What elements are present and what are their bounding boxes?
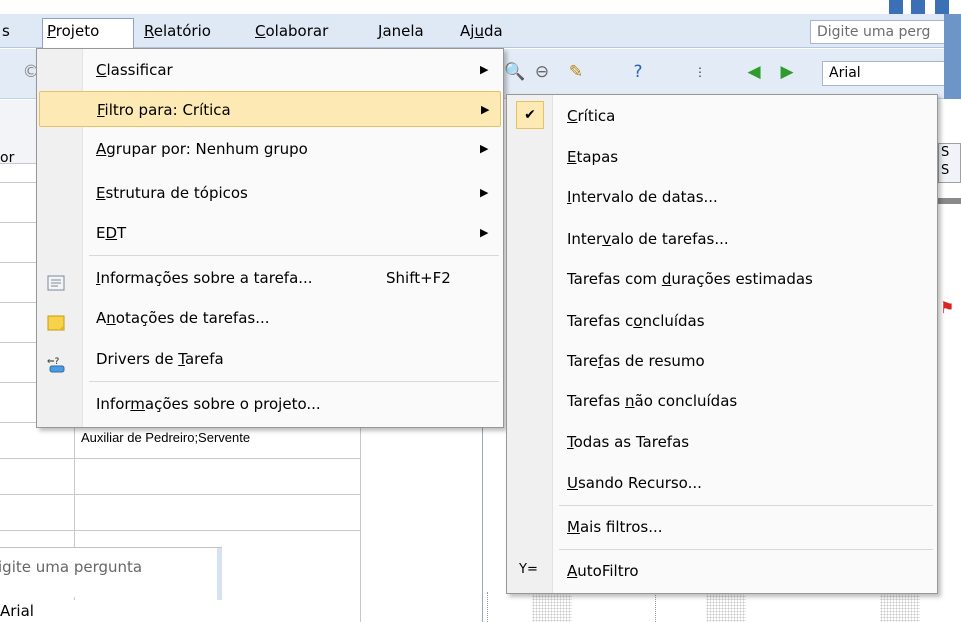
menu-item-label: Agrupar por: Nenhum grupo (96, 140, 308, 158)
help-icon[interactable]: ? (627, 61, 649, 83)
filter-item-intervalo-tarefas[interactable]: Intervalo de tarefas... (509, 221, 935, 257)
menu-item-label: Intervalo de tarefas... (567, 230, 729, 248)
submenu-arrow-icon: ▶ (480, 226, 489, 239)
title-bar-corner (883, 0, 961, 14)
nonworking-time-shade (706, 592, 746, 622)
menu-tools-fragment[interactable]: s (0, 19, 14, 43)
menu-janela[interactable]: Janela (374, 19, 428, 43)
menu-item-classificar[interactable]: Classificar ▶ (39, 52, 501, 88)
filter-item-concluidas[interactable]: Tarefas concluídas (509, 303, 935, 339)
submenu-arrow-icon: ▶ (480, 63, 489, 76)
menu-item-drivers[interactable]: ⇐? Drivers de Tarefa (39, 341, 501, 377)
menu-bar: s Projeto Relatório Colaborar Janela Aju… (0, 14, 961, 49)
menu-separator (559, 505, 933, 506)
menu-item-label: Tarefas de resumo (567, 352, 705, 370)
menu-separator (89, 255, 499, 256)
menu-item-label: Etapas (567, 148, 619, 166)
menu-separator (89, 381, 499, 382)
menu-item-label: Mais filtros... (567, 518, 663, 536)
menu-item-label: Tarefas concluídas (567, 312, 705, 330)
menu-item-label: Drivers de Tarefa (96, 350, 224, 368)
menu-item-edt[interactable]: EDT ▶ (39, 215, 501, 251)
project-menu: Classificar ▶ Filtro para: Crítica ▶ Agr… (36, 48, 504, 428)
gantt-gridline (487, 592, 488, 622)
menu-colaborar[interactable]: Colaborar (251, 19, 332, 43)
window-edge (944, 14, 961, 99)
filter-item-mais-filtros[interactable]: Mais filtros... (509, 509, 935, 545)
grid-row-line (0, 494, 360, 495)
autofilter-icon: Y= (519, 562, 538, 577)
format-painter-icon[interactable]: ✎ (565, 61, 587, 83)
filter-item-todas[interactable]: Todas as Tarefas (509, 424, 935, 460)
title-bar-square (889, 0, 903, 14)
menu-item-label: Todas as Tarefas (567, 433, 690, 451)
toolbar-options-icon[interactable]: ⋮ (689, 61, 711, 83)
arrow-right-icon[interactable]: ▶ (776, 61, 798, 83)
menu-separator (559, 549, 933, 550)
filter-item-resumo[interactable]: Tarefas de resumo (509, 343, 935, 379)
checkmark-icon: ✔ (516, 101, 544, 129)
menu-item-label: Intervalo de datas... (567, 188, 718, 206)
menu-item-label: Informações sobre a tarefa... (96, 269, 313, 287)
filter-item-duracoes-estimadas[interactable]: Tarefas com durações estimadas (509, 261, 935, 297)
menu-item-label: AutoFiltro (567, 562, 639, 580)
critical-task-marker: ⚑ (940, 298, 955, 317)
menu-item-label: Tarefas não concluídas (567, 392, 738, 410)
menu-item-anotacoes[interactable]: Anotações de tarefas... (39, 300, 501, 336)
column-header-label: or (0, 150, 15, 166)
floating-help-panel: igite uma pergunta (0, 547, 222, 622)
filter-item-intervalo-datas[interactable]: Intervalo de datas... (509, 179, 935, 215)
filter-item-usando-recurso[interactable]: Usando Recurso... (509, 465, 935, 501)
resource-names-cell[interactable]: Auxiliar de Pedreiro;Servente (81, 430, 250, 445)
nonworking-time-shade (532, 592, 572, 622)
filter-item-etapas[interactable]: Etapas (509, 139, 935, 175)
grid-row-line (0, 530, 360, 531)
font-name-select[interactable]: Arial (822, 61, 961, 86)
floating-font-select[interactable]: Arial (0, 600, 222, 622)
menu-relatorio[interactable]: Relatório (140, 19, 215, 43)
submenu-arrow-icon: ▶ (480, 142, 489, 155)
nonworking-time-shade (880, 592, 920, 622)
title-bar-square (935, 0, 949, 14)
menu-item-label: Usando Recurso... (567, 474, 702, 492)
task-drivers-icon: ⇐? (47, 350, 65, 373)
menu-item-label: Filtro para: Crítica (97, 101, 231, 119)
menu-item-shortcut: Shift+F2 (386, 269, 451, 287)
gantt-timescale-header: SS (938, 143, 961, 183)
menu-item-estrutura[interactable]: Estrutura de tópicos ▶ (39, 175, 501, 211)
grid-row-line (0, 458, 360, 459)
menu-item-agrupar[interactable]: Agrupar por: Nenhum grupo ▶ (39, 131, 501, 167)
menu-projeto[interactable]: Projeto (42, 18, 134, 49)
submenu-arrow-icon: ▶ (481, 103, 490, 116)
menu-item-label: Tarefas com durações estimadas (567, 270, 813, 288)
menu-item-label: Informações sobre o projeto... (96, 395, 321, 413)
menu-item-informacoes-tarefa[interactable]: Informações sobre a tarefa... Shift+F2 (39, 260, 501, 296)
gantt-gridline (655, 592, 656, 622)
submenu-arrow-icon: ▶ (480, 186, 489, 199)
menu-ajuda[interactable]: Ajuda (456, 19, 507, 43)
menu-item-label: Estrutura de tópicos (96, 184, 248, 202)
floating-help-input[interactable]: igite uma pergunta (0, 558, 142, 576)
menu-item-label: Anotações de tarefas... (96, 309, 270, 327)
grid-column-divider (360, 420, 361, 622)
menu-item-filtro[interactable]: Filtro para: Crítica ▶ (39, 91, 501, 127)
menu-item-label: Classificar (96, 61, 173, 79)
menu-item-informacoes-projeto[interactable]: Informações sobre o projeto... (39, 386, 501, 422)
menu-item-label: EDT (96, 224, 127, 242)
task-info-icon (47, 269, 65, 291)
filter-submenu: ✔ Crítica Etapas Intervalo de datas... I… (506, 94, 938, 594)
zoom-out-icon[interactable]: ⊖ (531, 61, 553, 83)
arrow-left-icon[interactable]: ◀ (743, 61, 765, 83)
menu-item-label: Crítica (567, 107, 616, 125)
gantt-summary-bar (938, 198, 961, 204)
zoom-in-icon[interactable]: 🔍 (504, 61, 526, 83)
filter-item-autofiltro[interactable]: Y= AutoFiltro (509, 553, 935, 589)
filter-item-critica[interactable]: ✔ Crítica (509, 98, 935, 134)
filter-item-nao-concluidas[interactable]: Tarefas não concluídas (509, 383, 935, 419)
help-search-input[interactable]: Digite uma perg (810, 20, 961, 44)
task-notes-icon (47, 309, 65, 331)
title-bar-square (911, 0, 925, 14)
